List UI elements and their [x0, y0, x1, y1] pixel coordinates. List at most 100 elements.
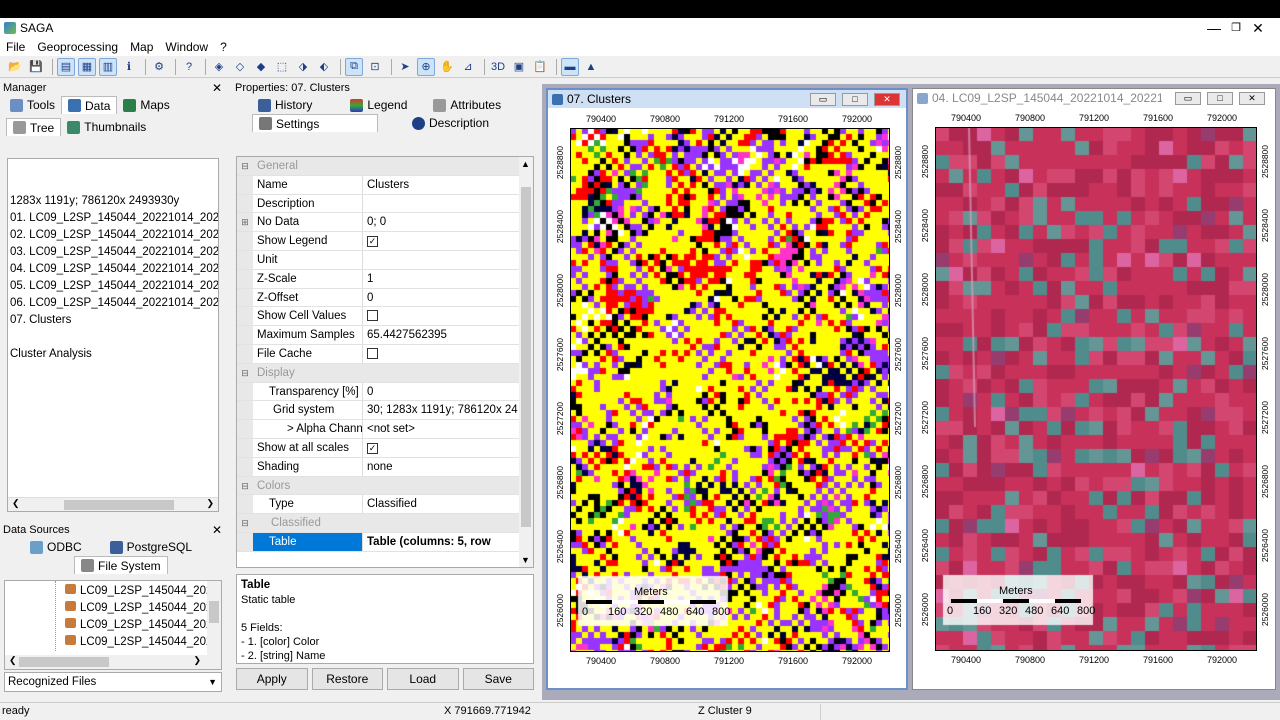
- zoom-active-icon[interactable]: ⬚: [273, 58, 291, 76]
- measure-icon[interactable]: ⊿: [459, 58, 477, 76]
- property-value[interactable]: 1: [363, 270, 533, 288]
- file-hscrollbar[interactable]: ❮ ❯: [5, 655, 221, 669]
- expander-icon[interactable]: ⊟: [237, 514, 253, 532]
- file-item[interactable]: LC09_L2SP_145044_20221: [63, 600, 221, 617]
- data-sources-close-icon[interactable]: ✕: [212, 523, 222, 537]
- tree-item-clusters[interactable]: 07. Clusters: [8, 312, 218, 329]
- expander-icon[interactable]: [237, 438, 253, 457]
- save-button[interactable]: Save: [462, 668, 534, 690]
- restore-button[interactable]: Restore: [311, 668, 383, 690]
- property-value[interactable]: Table (columns: 5, row: [363, 533, 533, 551]
- subtab-tree[interactable]: Tree: [6, 118, 62, 136]
- map-canvas[interactable]: 790400 790800 791200 791600 792000 790400 7908…: [917, 109, 1271, 685]
- map-maximize-button[interactable]: □: [842, 93, 868, 106]
- property-row[interactable]: Table Table (columns: 5, row: [237, 532, 533, 552]
- expander-icon[interactable]: [237, 269, 253, 288]
- tab-file-system[interactable]: File System: [74, 556, 168, 574]
- property-row[interactable]: Shading none: [237, 457, 533, 477]
- apply-button[interactable]: Apply: [236, 668, 308, 690]
- scroll-up-icon[interactable]: ▲: [521, 159, 530, 169]
- select-arrow-icon[interactable]: ➤: [396, 58, 414, 76]
- zoom-tool-icon[interactable]: ⊕: [417, 57, 435, 76]
- tab-tools[interactable]: Tools: [4, 96, 61, 114]
- cluster-raster[interactable]: [570, 128, 890, 652]
- property-row[interactable]: Description: [237, 194, 533, 214]
- property-category[interactable]: ⊟ Colors: [237, 476, 533, 496]
- menu-help[interactable]: ?: [214, 40, 233, 54]
- manager-toggle-icon[interactable]: ▤: [57, 57, 75, 76]
- tree-item[interactable]: 04. LC09_L2SP_145044_20221014_20221016: [8, 261, 218, 278]
- expander-icon[interactable]: ⊟: [237, 476, 253, 495]
- property-value[interactable]: 0; 0: [363, 213, 533, 231]
- zoom-back-icon[interactable]: ◇: [231, 58, 249, 76]
- tree-item-cluster-analysis[interactable]: Cluster Analysis: [8, 346, 218, 363]
- property-value[interactable]: [363, 345, 533, 363]
- property-category[interactable]: ⊟ General: [237, 157, 533, 176]
- scroll-down-icon[interactable]: ▼: [521, 555, 530, 565]
- expander-icon[interactable]: ⊟: [237, 363, 253, 382]
- scroll-thumb[interactable]: [64, 500, 174, 510]
- map-close-button[interactable]: ✕: [1239, 92, 1265, 105]
- property-value[interactable]: none: [363, 458, 533, 476]
- 3d-view-icon[interactable]: 3D: [489, 58, 507, 76]
- property-row[interactable]: Show Cell Values: [237, 307, 533, 327]
- menu-file[interactable]: File: [0, 40, 31, 54]
- scale-icon[interactable]: ⊡: [366, 58, 384, 76]
- expander-icon[interactable]: [237, 194, 253, 213]
- menu-window[interactable]: Window: [159, 40, 214, 54]
- tools-icon[interactable]: ⚙: [150, 58, 168, 76]
- tree-item[interactable]: 06. LC09_L2SP_145044_20221014_20221016: [8, 295, 218, 312]
- property-value[interactable]: ✓: [363, 439, 533, 457]
- property-row[interactable]: Transparency [%] 0: [237, 382, 533, 402]
- property-value[interactable]: 65.4427562395: [363, 326, 533, 344]
- property-row[interactable]: Name Clusters: [237, 175, 533, 195]
- checkbox[interactable]: ✓: [367, 236, 378, 248]
- map-window-band04[interactable]: 04. LC09_L2SP_145044_20221014_20221016_0…: [912, 88, 1276, 690]
- property-value[interactable]: [363, 307, 533, 325]
- expander-icon[interactable]: [237, 250, 253, 269]
- property-value[interactable]: [363, 195, 533, 213]
- property-row[interactable]: ⊞ No Data 0; 0: [237, 213, 533, 233]
- expander-icon[interactable]: [237, 344, 253, 363]
- property-value[interactable]: [363, 514, 533, 532]
- tab-legend[interactable]: Legend: [344, 96, 413, 114]
- property-grid[interactable]: ⊟ General Name Clusters Description ⊞ No Data 0…: [236, 156, 534, 568]
- property-value[interactable]: Classified: [363, 495, 533, 513]
- expander-icon[interactable]: [237, 326, 253, 344]
- property-row[interactable]: Show Legend ✓: [237, 232, 533, 251]
- map-minimize-button[interactable]: ▭: [1175, 92, 1201, 105]
- tab-settings[interactable]: Settings: [252, 114, 378, 132]
- legend-bar-icon[interactable]: ▬: [561, 57, 579, 76]
- property-vscrollbar[interactable]: ▲ ▼: [519, 157, 533, 567]
- expander-icon[interactable]: [237, 288, 253, 307]
- scroll-right-icon[interactable]: ❯: [206, 498, 214, 509]
- subtab-thumbnails[interactable]: Thumbnails: [61, 118, 152, 136]
- tab-maps[interactable]: Maps: [117, 96, 175, 114]
- tree-item[interactable]: 01. LC09_L2SP_145044_20221014_20221016: [8, 210, 218, 227]
- property-value[interactable]: [363, 157, 533, 175]
- manager-close-icon[interactable]: ✕: [212, 81, 222, 95]
- property-row[interactable]: Z-Scale 1: [237, 269, 533, 289]
- north-arrow-icon[interactable]: ▲: [582, 58, 600, 76]
- map-maximize-button[interactable]: □: [1207, 92, 1233, 105]
- zoom-full-icon[interactable]: ◈: [210, 58, 228, 76]
- grid-system-node[interactable]: 1283x 1191y; 786120x 2493930y: [8, 193, 218, 210]
- properties-toggle-icon[interactable]: ▦: [78, 57, 96, 76]
- property-value[interactable]: [363, 477, 533, 495]
- property-value[interactable]: 30; 1283x 1191y; 786120x 24: [363, 401, 533, 419]
- property-value[interactable]: Clusters: [363, 176, 533, 194]
- expander-icon[interactable]: [237, 457, 253, 476]
- expander-icon[interactable]: ⊞: [237, 213, 253, 232]
- map-canvas[interactable]: 790400 790800 791200 791600 792000 790400 7908…: [552, 110, 904, 686]
- expander-icon[interactable]: [237, 175, 253, 194]
- property-category[interactable]: ⊟ Display: [237, 363, 533, 383]
- tree-item[interactable]: 05. LC09_L2SP_145044_20221014_20221016: [8, 278, 218, 295]
- expander-icon[interactable]: [237, 307, 253, 326]
- property-row[interactable]: Show at all scales ✓: [237, 438, 533, 458]
- expander-icon[interactable]: [237, 382, 253, 401]
- landsat-raster[interactable]: [935, 127, 1257, 651]
- data-tree[interactable]: 1283x 1191y; 786120x 2493930y 01. LC09_L…: [7, 158, 219, 512]
- property-row[interactable]: Grid system 30; 1283x 1191y; 786120x 24: [237, 401, 533, 421]
- map-close-button[interactable]: ✕: [874, 93, 900, 106]
- tab-data[interactable]: Data: [61, 96, 118, 114]
